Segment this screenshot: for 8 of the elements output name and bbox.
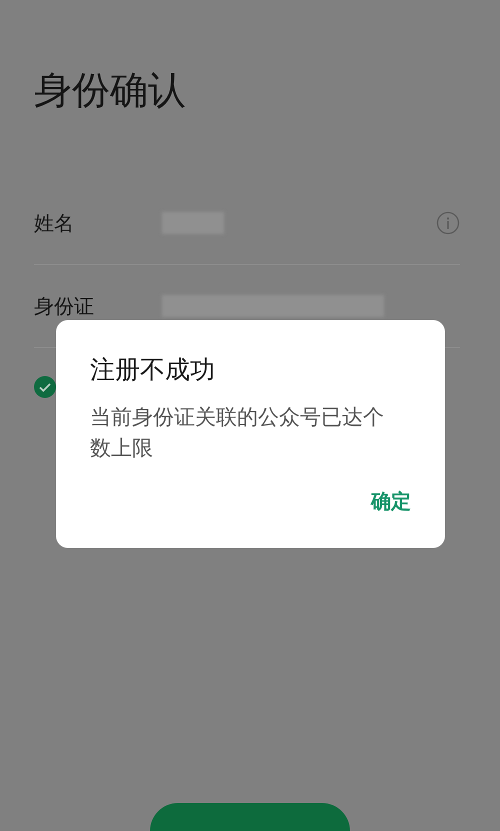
- field-label: 姓名: [34, 210, 74, 236]
- dialog-title: 注册不成功: [90, 354, 216, 386]
- ok-button[interactable]: 确定: [363, 484, 419, 519]
- page-title: 身份确认: [34, 67, 187, 114]
- dialog-message: 当前身份证关联的公众号已达个数上限: [90, 404, 385, 462]
- info-icon[interactable]: [436, 211, 460, 235]
- checkbox[interactable]: [34, 376, 56, 398]
- field-label: 身份证: [34, 292, 94, 320]
